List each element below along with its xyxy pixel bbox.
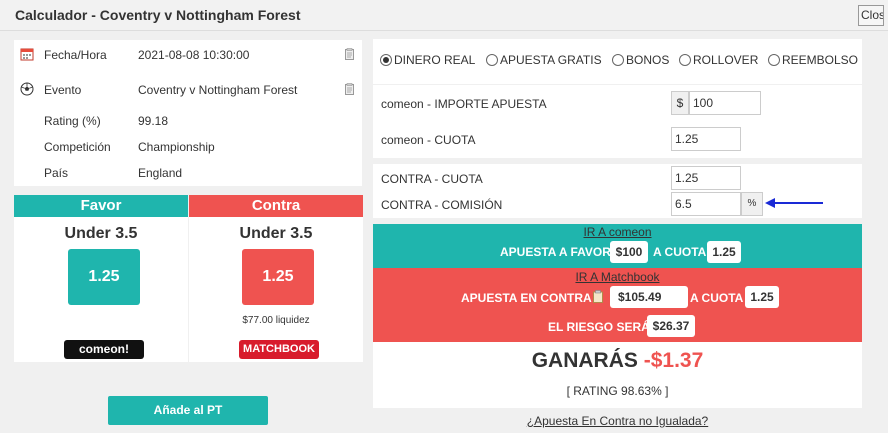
copy-icon[interactable] bbox=[593, 290, 603, 303]
result-panel: GANARÁS -$1.37 [ RATING 98.63% ] bbox=[373, 342, 862, 408]
stake-label: comeon - IMPORTE APUESTA bbox=[381, 97, 547, 111]
radio-selected-icon[interactable] bbox=[380, 54, 392, 66]
radio-icon[interactable] bbox=[768, 54, 780, 66]
info-value: 99.18 bbox=[138, 114, 169, 128]
profit-line: GANARÁS -$1.37 bbox=[373, 349, 862, 373]
info-label: Evento bbox=[44, 83, 82, 97]
unmatched-lay-section: ¿Apuesta En Contra no Igualada? bbox=[373, 408, 862, 433]
lay-odds-text: A CUOTA bbox=[690, 291, 744, 305]
lay-odds-input[interactable]: 1.25 bbox=[671, 166, 741, 190]
back-odds-text: A CUOTA bbox=[653, 245, 707, 259]
calendar-icon bbox=[20, 48, 34, 61]
lay-odds-chip: 1.25 bbox=[745, 286, 779, 308]
info-label: Rating (%) bbox=[44, 114, 101, 128]
info-value: England bbox=[138, 166, 183, 180]
commission-input[interactable]: 6.5 bbox=[671, 192, 741, 216]
commission-label: CONTRA - COMISIÓN bbox=[381, 198, 503, 212]
radio-dinero-real[interactable]: DINERO REAL bbox=[380, 53, 475, 67]
radio-bonos[interactable]: BONOS bbox=[612, 53, 669, 67]
lay-odds-label: CONTRA - CUOTA bbox=[381, 172, 483, 186]
go-to-comeon-link[interactable]: IR A comeon bbox=[373, 225, 862, 239]
contra-market: Under 3.5 bbox=[239, 225, 313, 242]
lay-bet-fields: CONTRA - CUOTA 1.25 CONTRA - COMISIÓN 6.… bbox=[373, 164, 862, 218]
close-button[interactable]: Close bbox=[858, 5, 884, 26]
commission-row: CONTRA - COMISIÓN 6.5 % bbox=[373, 192, 862, 218]
lay-stake-chip: $105.49 bbox=[610, 286, 688, 308]
radio-reembolso[interactable]: REEMBOLSO bbox=[768, 53, 858, 67]
radio-icon[interactable] bbox=[612, 54, 624, 66]
copy-icon[interactable] bbox=[345, 83, 354, 95]
copy-icon[interactable] bbox=[345, 48, 354, 60]
info-value: Championship bbox=[138, 140, 215, 154]
comeon-logo[interactable]: comeon! bbox=[64, 340, 144, 359]
contra-odds-button[interactable]: 1.25 bbox=[242, 249, 314, 305]
risk-chip: $26.37 bbox=[647, 315, 695, 337]
info-row-rating: Rating (%) 99.18 bbox=[14, 112, 362, 132]
info-label: País bbox=[44, 166, 69, 180]
back-odds-row: comeon - CUOTA 1.25 bbox=[373, 127, 862, 153]
lay-summary: IR A Matchbook APUESTA EN CONTRA $105.49… bbox=[373, 268, 862, 342]
risk-text: EL RIESGO SERÁ bbox=[548, 320, 650, 334]
info-value: 2021-08-08 10:30:00 bbox=[138, 48, 250, 62]
currency-prefix: $ bbox=[671, 91, 689, 115]
back-odds-label: comeon - CUOTA bbox=[381, 133, 476, 147]
contra-exchange-strip: MATCHBOOK bbox=[189, 337, 363, 361]
arrow-left-icon bbox=[765, 198, 823, 208]
back-summary: IR A comeon APUESTA A FAVOR $100 A CUOTA… bbox=[373, 224, 862, 268]
bet-type-selector: DINERO REAL APUESTA GRATIS BONOS ROLLOVE… bbox=[373, 39, 862, 84]
back-stake-chip: $100 bbox=[610, 241, 648, 263]
contra-liquidity: $77.00 liquidez bbox=[242, 315, 310, 326]
back-bet-fields: comeon - IMPORTE APUESTA $ 100 comeon - … bbox=[373, 85, 862, 158]
info-label: Fecha/Hora bbox=[44, 48, 107, 62]
result-rating: [ RATING 98.63% ] bbox=[566, 384, 669, 398]
title-bar: Calculador - Coventry v Nottingham Fores… bbox=[0, 0, 888, 31]
favor-header: Favor bbox=[14, 195, 188, 217]
lay-odds-row: CONTRA - CUOTA 1.25 bbox=[373, 166, 862, 192]
go-to-matchbook-link[interactable]: IR A Matchbook bbox=[373, 270, 862, 284]
contra-header: Contra bbox=[189, 195, 363, 217]
stake-input[interactable]: 100 bbox=[689, 91, 761, 115]
stake-row: comeon - IMPORTE APUESTA $ 100 bbox=[373, 91, 862, 117]
radio-icon[interactable] bbox=[486, 54, 498, 66]
soccer-ball-icon bbox=[20, 82, 34, 96]
info-label: Competición bbox=[44, 140, 111, 154]
lay-stake-text: APUESTA EN CONTRA bbox=[461, 291, 592, 305]
info-row-competition: Competición Championship bbox=[14, 138, 362, 158]
profit-amount: -$1.37 bbox=[643, 349, 704, 372]
info-row-country: País England bbox=[14, 164, 362, 184]
back-odds-input[interactable]: 1.25 bbox=[671, 127, 741, 151]
back-stake-text: APUESTA A FAVOR bbox=[500, 245, 611, 259]
percent-suffix: % bbox=[741, 192, 763, 216]
window-title: Calculador - Coventry v Nottingham Fores… bbox=[15, 7, 301, 23]
favor-market: Under 3.5 bbox=[64, 225, 138, 242]
info-row-date: Fecha/Hora 2021-08-08 10:30:00 bbox=[14, 46, 362, 66]
unmatched-lay-link[interactable]: ¿Apuesta En Contra no Igualada? bbox=[373, 414, 862, 428]
add-to-pt-button[interactable]: Añade al PT bbox=[108, 396, 268, 425]
radio-rollover[interactable]: ROLLOVER bbox=[679, 53, 758, 67]
profit-label: GANARÁS bbox=[531, 349, 638, 372]
radio-icon[interactable] bbox=[679, 54, 691, 66]
event-info-panel: Fecha/Hora 2021-08-08 10:30:00 Evento Co… bbox=[14, 40, 362, 186]
favor-odds-button[interactable]: 1.25 bbox=[68, 249, 140, 305]
back-odds-chip: 1.25 bbox=[707, 241, 741, 263]
info-row-event: Evento Coventry v Nottingham Forest bbox=[14, 81, 362, 101]
calculator-body: Fecha/Hora 2021-08-08 10:30:00 Evento Co… bbox=[0, 31, 888, 433]
favor-bookmaker-strip: comeon! bbox=[14, 337, 188, 361]
radio-apuesta-gratis[interactable]: APUESTA GRATIS bbox=[486, 53, 602, 67]
info-value: Coventry v Nottingham Forest bbox=[138, 83, 298, 97]
matchbook-logo[interactable]: MATCHBOOK bbox=[239, 340, 319, 359]
